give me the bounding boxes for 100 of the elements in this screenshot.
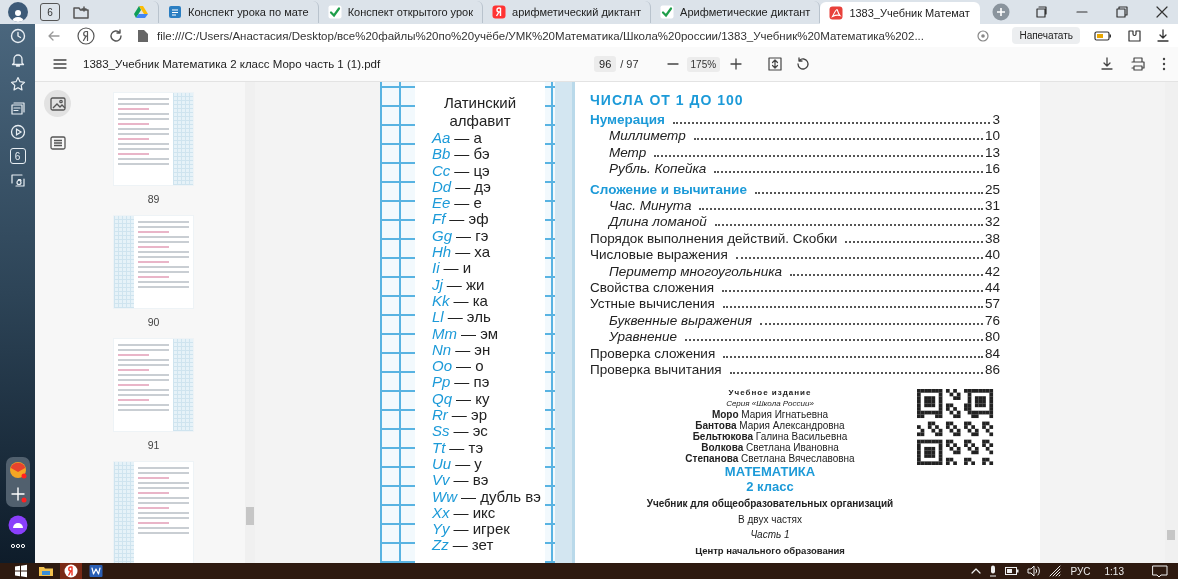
- latin-letter: Nn: [432, 341, 452, 359]
- thumbnail-view-button[interactable]: [44, 90, 71, 117]
- latin-letter: Hh: [432, 244, 452, 261]
- imprint-line: Центр начального образования: [695, 543, 845, 558]
- letter-name: — дубль вэ: [461, 488, 541, 505]
- latin-letter: Uu: [432, 455, 452, 473]
- folder-icon[interactable]: [38, 565, 54, 577]
- triangle-icon: [134, 5, 148, 19]
- browser-tab[interactable]: Конспект открытого урок: [318, 1, 483, 23]
- contents-entry: Периметр многоугольника: [609, 263, 783, 281]
- letter-name: — эс: [453, 423, 488, 440]
- zoom-in-icon[interactable]: [730, 58, 743, 70]
- download-icon[interactable]: [1100, 57, 1114, 71]
- latin-letter: Tt: [432, 439, 446, 456]
- page-thumbnail[interactable]: [114, 216, 193, 308]
- star-icon[interactable]: [9, 76, 26, 92]
- browser-tab[interactable]: Конспект урока по мате: [159, 1, 319, 23]
- notification-icon[interactable]: [1152, 564, 1168, 578]
- menu-icon[interactable]: [53, 58, 67, 70]
- more-icon[interactable]: [9, 543, 26, 549]
- page-reference: 40: [984, 247, 1000, 264]
- browser-tab[interactable]: арифметический диктант: [483, 1, 652, 23]
- voice-assistant-icon[interactable]: [7, 515, 28, 535]
- page-total: / 97: [620, 58, 639, 70]
- page-reference: 25: [984, 181, 1000, 199]
- imprint-line: Бантова Мария Александровна: [695, 419, 845, 431]
- letter-name: — цэ: [454, 162, 490, 179]
- envelope-icon[interactable]: [8, 461, 27, 479]
- browser-tab[interactable]: 1383_Учебник Математ: [820, 2, 980, 24]
- letter-name: — эр: [451, 407, 487, 424]
- pdf-icon: [829, 6, 844, 20]
- tab-count-button[interactable]: 6: [40, 3, 60, 21]
- chevron-up-icon[interactable]: [970, 567, 981, 575]
- collections-icon[interactable]: [9, 100, 26, 116]
- contents-entry: Проверка вычитания: [590, 362, 722, 379]
- letter-name: — икс: [453, 504, 496, 522]
- page-number-field[interactable]: 96: [594, 56, 617, 72]
- document-title: 1383_Учебник Математика 2 класс Моро часть 1 (1).pdf: [83, 58, 381, 70]
- fit-page-icon[interactable]: [768, 57, 783, 71]
- contents-entry: Длина ломаной: [609, 214, 707, 231]
- imprint-line: В двух частях: [738, 512, 802, 527]
- reload-icon[interactable]: [109, 28, 123, 43]
- logo-icon: [492, 5, 506, 19]
- browser-logo-icon[interactable]: [77, 26, 95, 45]
- battery-icon[interactable]: [1004, 567, 1019, 575]
- imprint-line: МАТЕМАТИКА: [724, 463, 816, 479]
- microphone-icon[interactable]: [988, 565, 997, 577]
- bell-icon[interactable]: [9, 52, 26, 68]
- lens-icon[interactable]: [976, 28, 991, 43]
- letter-name: — дэ: [455, 178, 491, 196]
- restore-icon[interactable]: [1116, 6, 1128, 18]
- avatar-icon[interactable]: [8, 2, 28, 22]
- letter-name: — игрек: [453, 521, 510, 538]
- browser-tab[interactable]: Арифметические диктант: [651, 1, 821, 23]
- battery-icon[interactable]: [1094, 29, 1112, 42]
- print-icon[interactable]: [1130, 57, 1146, 71]
- folder-plus-icon[interactable]: [72, 4, 90, 20]
- new-tab-icon[interactable]: [991, 3, 1010, 21]
- imprint-line: Часть 1: [750, 527, 790, 542]
- latin-letter: Gg: [432, 227, 452, 245]
- url-text[interactable]: file:///C:/Users/Анастасия/Desktop/все%20файлы%20по%20учёбе/УМК%20Математика/Школа%20россии/1383_Учебник%20Математика%202...: [157, 29, 924, 42]
- latin-letter: Ll: [432, 309, 444, 326]
- wifi-icon[interactable]: [1048, 565, 1063, 577]
- page-thumbnail[interactable]: [114, 462, 193, 563]
- zoom-level[interactable]: 175%: [686, 56, 721, 72]
- page-number: 90: [147, 316, 160, 328]
- letter-name: — жи: [446, 276, 485, 293]
- letter-name: — эн: [455, 341, 491, 359]
- download-icon[interactable]: [1156, 28, 1170, 43]
- language-indicator[interactable]: РУС: [1070, 565, 1091, 577]
- play-icon[interactable]: [9, 124, 26, 140]
- page-thumbnail[interactable]: [114, 93, 193, 185]
- browser-logo-icon[interactable]: [64, 564, 78, 578]
- more-icon[interactable]: [1162, 57, 1166, 71]
- alphabet-title: алфавит: [448, 112, 512, 130]
- letter-name: — эм: [461, 325, 499, 342]
- contents-entry: Миллиметр: [609, 128, 686, 145]
- extensions-icon[interactable]: [1126, 27, 1142, 44]
- tab-list-icon[interactable]: [1034, 5, 1048, 19]
- page-number: 89: [147, 193, 160, 205]
- latin-letter: Ww: [432, 488, 457, 505]
- contents-heading: ЧИСЛА ОТ 1 ДО 100: [590, 92, 745, 108]
- latin-letter: Ii: [432, 260, 440, 277]
- checkmark-icon: [660, 5, 675, 19]
- page-number: 91: [147, 439, 160, 451]
- file-icon[interactable]: [137, 28, 149, 43]
- page-thumbnail[interactable]: [114, 339, 193, 431]
- windows-logo-icon[interactable]: [14, 564, 28, 578]
- clock-icon[interactable]: [9, 28, 26, 44]
- rotate-icon[interactable]: [796, 57, 811, 71]
- tab-count-button[interactable]: 6: [9, 148, 26, 164]
- print-button[interactable]: Напечатать: [1012, 27, 1080, 44]
- page-reference: 84: [984, 345, 1000, 363]
- scrollbar[interactable]: [245, 82, 255, 563]
- screenshot-icon[interactable]: [9, 172, 26, 188]
- volume-icon[interactable]: [1026, 565, 1041, 577]
- close-icon[interactable]: [1156, 6, 1168, 18]
- word-icon[interactable]: [89, 564, 103, 578]
- clock-time[interactable]: 1:13: [1104, 565, 1124, 577]
- plus-icon[interactable]: [8, 485, 27, 503]
